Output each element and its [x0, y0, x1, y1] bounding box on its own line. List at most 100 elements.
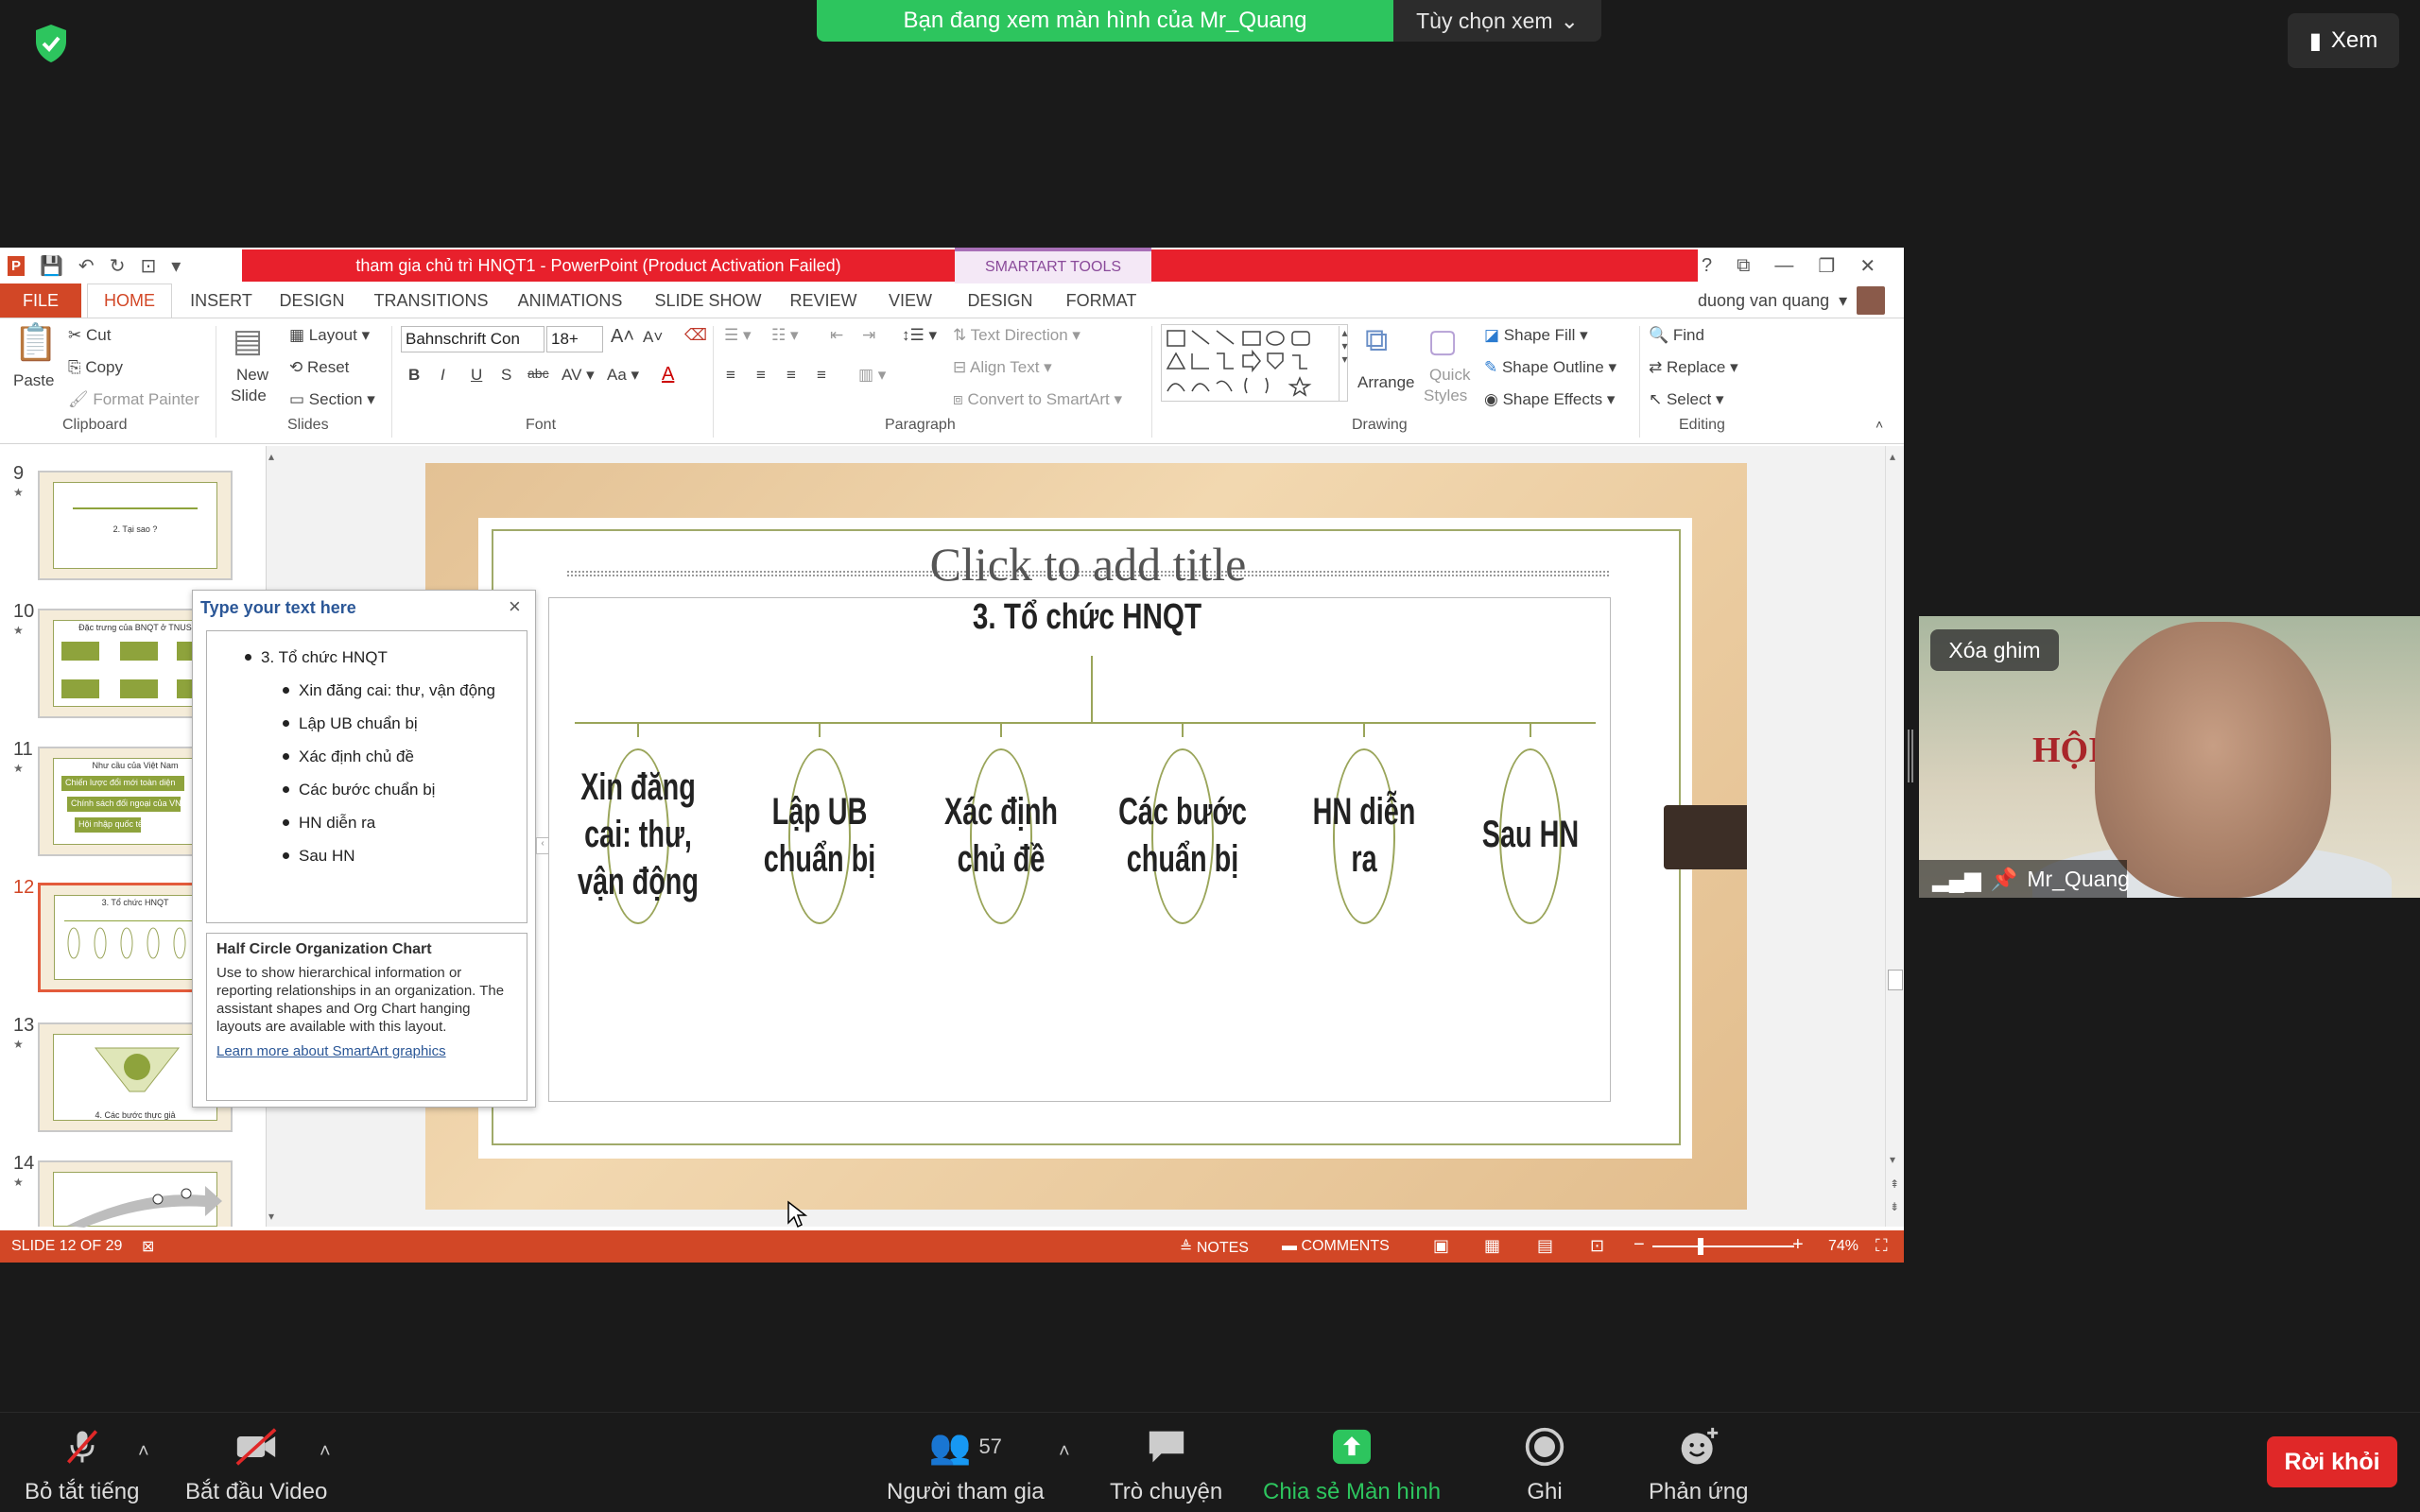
align-left-icon[interactable]: ≡	[726, 366, 735, 385]
shape-outline-button[interactable]: ✎ Shape Outline ▾	[1484, 358, 1616, 377]
video-options-chevron-icon[interactable]: ˄	[320, 1441, 331, 1463]
tab-view[interactable]: VIEW	[883, 284, 938, 318]
copy-button[interactable]: ⎘ Copy	[68, 358, 123, 377]
shrink-font-icon[interactable]: A˅	[643, 328, 663, 347]
paste-button[interactable]: Paste	[13, 371, 54, 390]
font-name-select[interactable]: Bahnschrift Con	[401, 326, 544, 352]
customize-qat-icon[interactable]: ▾	[171, 254, 181, 278]
list-item[interactable]: Các bước chuẩn bị	[207, 773, 527, 806]
security-shield-icon[interactable]	[28, 21, 74, 66]
new-slide-label-1[interactable]: New	[236, 366, 268, 385]
paste-icon[interactable]: 📋	[13, 322, 58, 364]
section-button[interactable]: ▭ Section ▾	[289, 390, 375, 409]
zoom-in-icon[interactable]: +	[1792, 1234, 1804, 1256]
layout-button[interactable]: ▦ Layout ▾	[289, 326, 370, 345]
share-screen-button[interactable]: Chia sẻ Màn hình	[1263, 1426, 1441, 1505]
zoom-slider-thumb[interactable]	[1698, 1238, 1703, 1255]
tab-animations[interactable]: ANIMATIONS	[512, 284, 628, 318]
participants-button[interactable]: 👥 57 Người tham gia	[887, 1426, 1045, 1505]
numbering-icon[interactable]: ☷ ▾	[771, 326, 799, 345]
align-text-button[interactable]: ⊟ Align Text ▾	[953, 358, 1052, 377]
slide-thumbnail-9[interactable]: 2. Tại sao ?	[38, 471, 233, 580]
restore-icon[interactable]: ❐	[1818, 254, 1835, 278]
close-icon[interactable]: ×	[509, 594, 521, 619]
char-spacing-icon[interactable]: AV ▾	[562, 366, 595, 385]
quick-styles-label-1[interactable]: Quick	[1429, 366, 1470, 385]
text-direction-button[interactable]: ⇅ Text Direction ▾	[953, 326, 1080, 345]
learn-more-link[interactable]: Learn more about SmartArt graphics	[216, 1043, 517, 1059]
replace-button[interactable]: ⇄ Replace ▾	[1649, 358, 1738, 377]
list-item[interactable]: Lập UB chuẩn bị	[207, 707, 527, 740]
notes-button[interactable]: ≜ NOTES	[1180, 1238, 1249, 1257]
reset-button[interactable]: ⟲ Reset	[289, 358, 349, 377]
shape-fill-button[interactable]: ◪ Shape Fill ▾	[1484, 326, 1588, 345]
spellcheck-icon[interactable]: ⊠	[142, 1237, 154, 1256]
bold-icon[interactable]: B	[408, 366, 420, 385]
tab-transitions[interactable]: TRANSITIONS	[374, 284, 489, 318]
new-slide-label-2[interactable]: Slide	[231, 387, 267, 405]
tab-smartart-format[interactable]: FORMAT	[1063, 284, 1140, 318]
list-item[interactable]: 3. Tổ chức HNQT	[207, 641, 527, 674]
zoom-slider-track[interactable]	[1652, 1246, 1794, 1247]
scroll-thumb[interactable]	[1888, 970, 1903, 990]
scroll-down-icon[interactable]: ▾	[268, 1210, 274, 1223]
redo-icon[interactable]: ↻	[110, 254, 126, 278]
find-button[interactable]: 🔍 Find	[1649, 326, 1704, 345]
smartart-top-node[interactable]: 3. Tổ chức HNQT	[903, 597, 1271, 654]
shape-effects-button[interactable]: ◉ Shape Effects ▾	[1484, 390, 1615, 409]
text-pane-toggle-handle[interactable]: ‹	[536, 837, 549, 854]
slideshow-view-icon[interactable]: ⊡	[1590, 1236, 1604, 1256]
collapse-ribbon-icon[interactable]: ˄	[1876, 417, 1883, 432]
bullets-icon[interactable]: ☰ ▾	[724, 326, 752, 345]
smartart-node-text[interactable]: Các bước chuẩn bị	[1115, 788, 1251, 883]
smartart-node-text[interactable]: Xin đăng cai: thư, vận động	[570, 764, 706, 905]
undo-icon[interactable]: ↶	[78, 254, 95, 278]
strikethrough-icon[interactable]: abc	[527, 366, 549, 381]
next-slide-icon[interactable]: ⇟	[1890, 1200, 1899, 1213]
view-options-button[interactable]: Tùy chọn xem ⌄	[1393, 0, 1601, 42]
previous-slide-icon[interactable]: ⇞	[1890, 1177, 1899, 1191]
save-icon[interactable]: 💾	[40, 254, 63, 278]
help-icon[interactable]: ?	[1702, 255, 1712, 277]
smartart-node-text[interactable]: Lập UB chuẩn bị	[752, 788, 888, 883]
tab-insert[interactable]: INSERT	[185, 284, 257, 318]
unpin-button[interactable]: Xóa ghim	[1930, 629, 2059, 671]
unmute-button[interactable]: Bỏ tắt tiếng	[25, 1426, 139, 1505]
view-button[interactable]: ▮ Xem	[2288, 13, 2399, 68]
tab-design[interactable]: DESIGN	[274, 284, 350, 318]
underline-icon[interactable]: U	[471, 366, 482, 385]
align-right-icon[interactable]: ≡	[786, 366, 796, 385]
columns-icon[interactable]: ▥ ▾	[858, 366, 886, 385]
tab-home[interactable]: HOME	[87, 284, 172, 318]
close-icon[interactable]: ✕	[1859, 254, 1876, 278]
tab-review[interactable]: REVIEW	[786, 284, 860, 318]
fit-to-window-icon[interactable]: ⛶	[1876, 1236, 1888, 1256]
minimize-icon[interactable]: —	[1774, 255, 1793, 277]
scroll-up-icon[interactable]: ▴	[268, 450, 274, 463]
increase-indent-icon[interactable]: ⇥	[862, 326, 875, 345]
normal-view-icon[interactable]: ▣	[1433, 1236, 1449, 1256]
title-placeholder[interactable]: Click to add title	[567, 537, 1609, 593]
font-color-icon[interactable]: A	[662, 364, 674, 386]
shapes-gallery[interactable]	[1161, 324, 1348, 402]
align-center-icon[interactable]: ≡	[756, 366, 766, 385]
slide-thumbnail-14[interactable]	[38, 1160, 233, 1228]
scroll-down-icon[interactable]: ▾	[1890, 1153, 1895, 1166]
italic-icon[interactable]: I	[441, 366, 445, 385]
shapes-gallery-scroll[interactable]: ▴ ▾ ▾	[1339, 326, 1350, 402]
zoom-out-icon[interactable]: −	[1634, 1234, 1645, 1256]
list-item[interactable]: Xác định chủ đề	[207, 740, 527, 773]
select-button[interactable]: ↖ Select ▾	[1649, 390, 1723, 409]
list-item[interactable]: Sau HN	[207, 839, 527, 872]
record-button[interactable]: Ghi	[1524, 1426, 1565, 1505]
convert-smartart-button[interactable]: ⧈ Convert to SmartArt ▾	[953, 390, 1122, 409]
tab-slide-show[interactable]: SLIDE SHOW	[652, 284, 764, 318]
smartart-selection-frame[interactable]	[548, 597, 1611, 1102]
zoom-level[interactable]: 74%	[1828, 1238, 1858, 1255]
reading-view-icon[interactable]: ▤	[1537, 1236, 1553, 1256]
format-painter-button[interactable]: 🖌 Format Painter	[68, 390, 199, 409]
comments-button[interactable]: ▬ COMMENTS	[1282, 1238, 1390, 1255]
grow-font-icon[interactable]: A˄	[611, 326, 634, 348]
scroll-up-icon[interactable]: ▴	[1890, 450, 1895, 463]
change-case-icon[interactable]: Aa ▾	[607, 366, 639, 385]
